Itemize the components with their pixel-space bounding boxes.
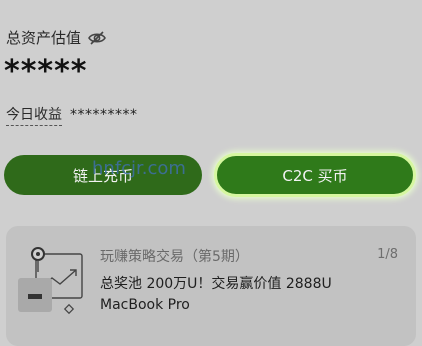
eye-off-icon[interactable] [87,28,107,48]
hidden-balance: ***** [4,54,88,89]
promo-page-indicator: 1/8 [377,247,398,262]
onchain-deposit-label: 链上充币 [72,166,133,185]
today-earnings-label[interactable]: 今日收益 [6,104,62,126]
total-assets-label: 总资产估值 [6,29,82,47]
onchain-deposit-button[interactable]: 链上充币 [4,155,202,195]
trading-chart-icon [16,242,88,318]
total-assets-header: 总资产估值 [6,27,107,48]
promo-headline: 总奖池 200万U！交易赢价值 2888U [100,276,332,292]
today-earnings-row: 今日收益 ********* [6,104,138,126]
c2c-buy-button[interactable]: C2C 买币 [214,153,416,197]
promo-banner[interactable]: 玩赚策略交易（第5期） 1/8 总奖池 200万U！交易赢价值 2888U Ma… [6,226,416,346]
c2c-buy-label: C2C 买币 [282,166,348,185]
today-earnings-value: ********* [70,107,138,123]
promo-prize: MacBook Pro [100,297,190,313]
promo-title: 玩赚策略交易（第5期） [100,249,249,265]
